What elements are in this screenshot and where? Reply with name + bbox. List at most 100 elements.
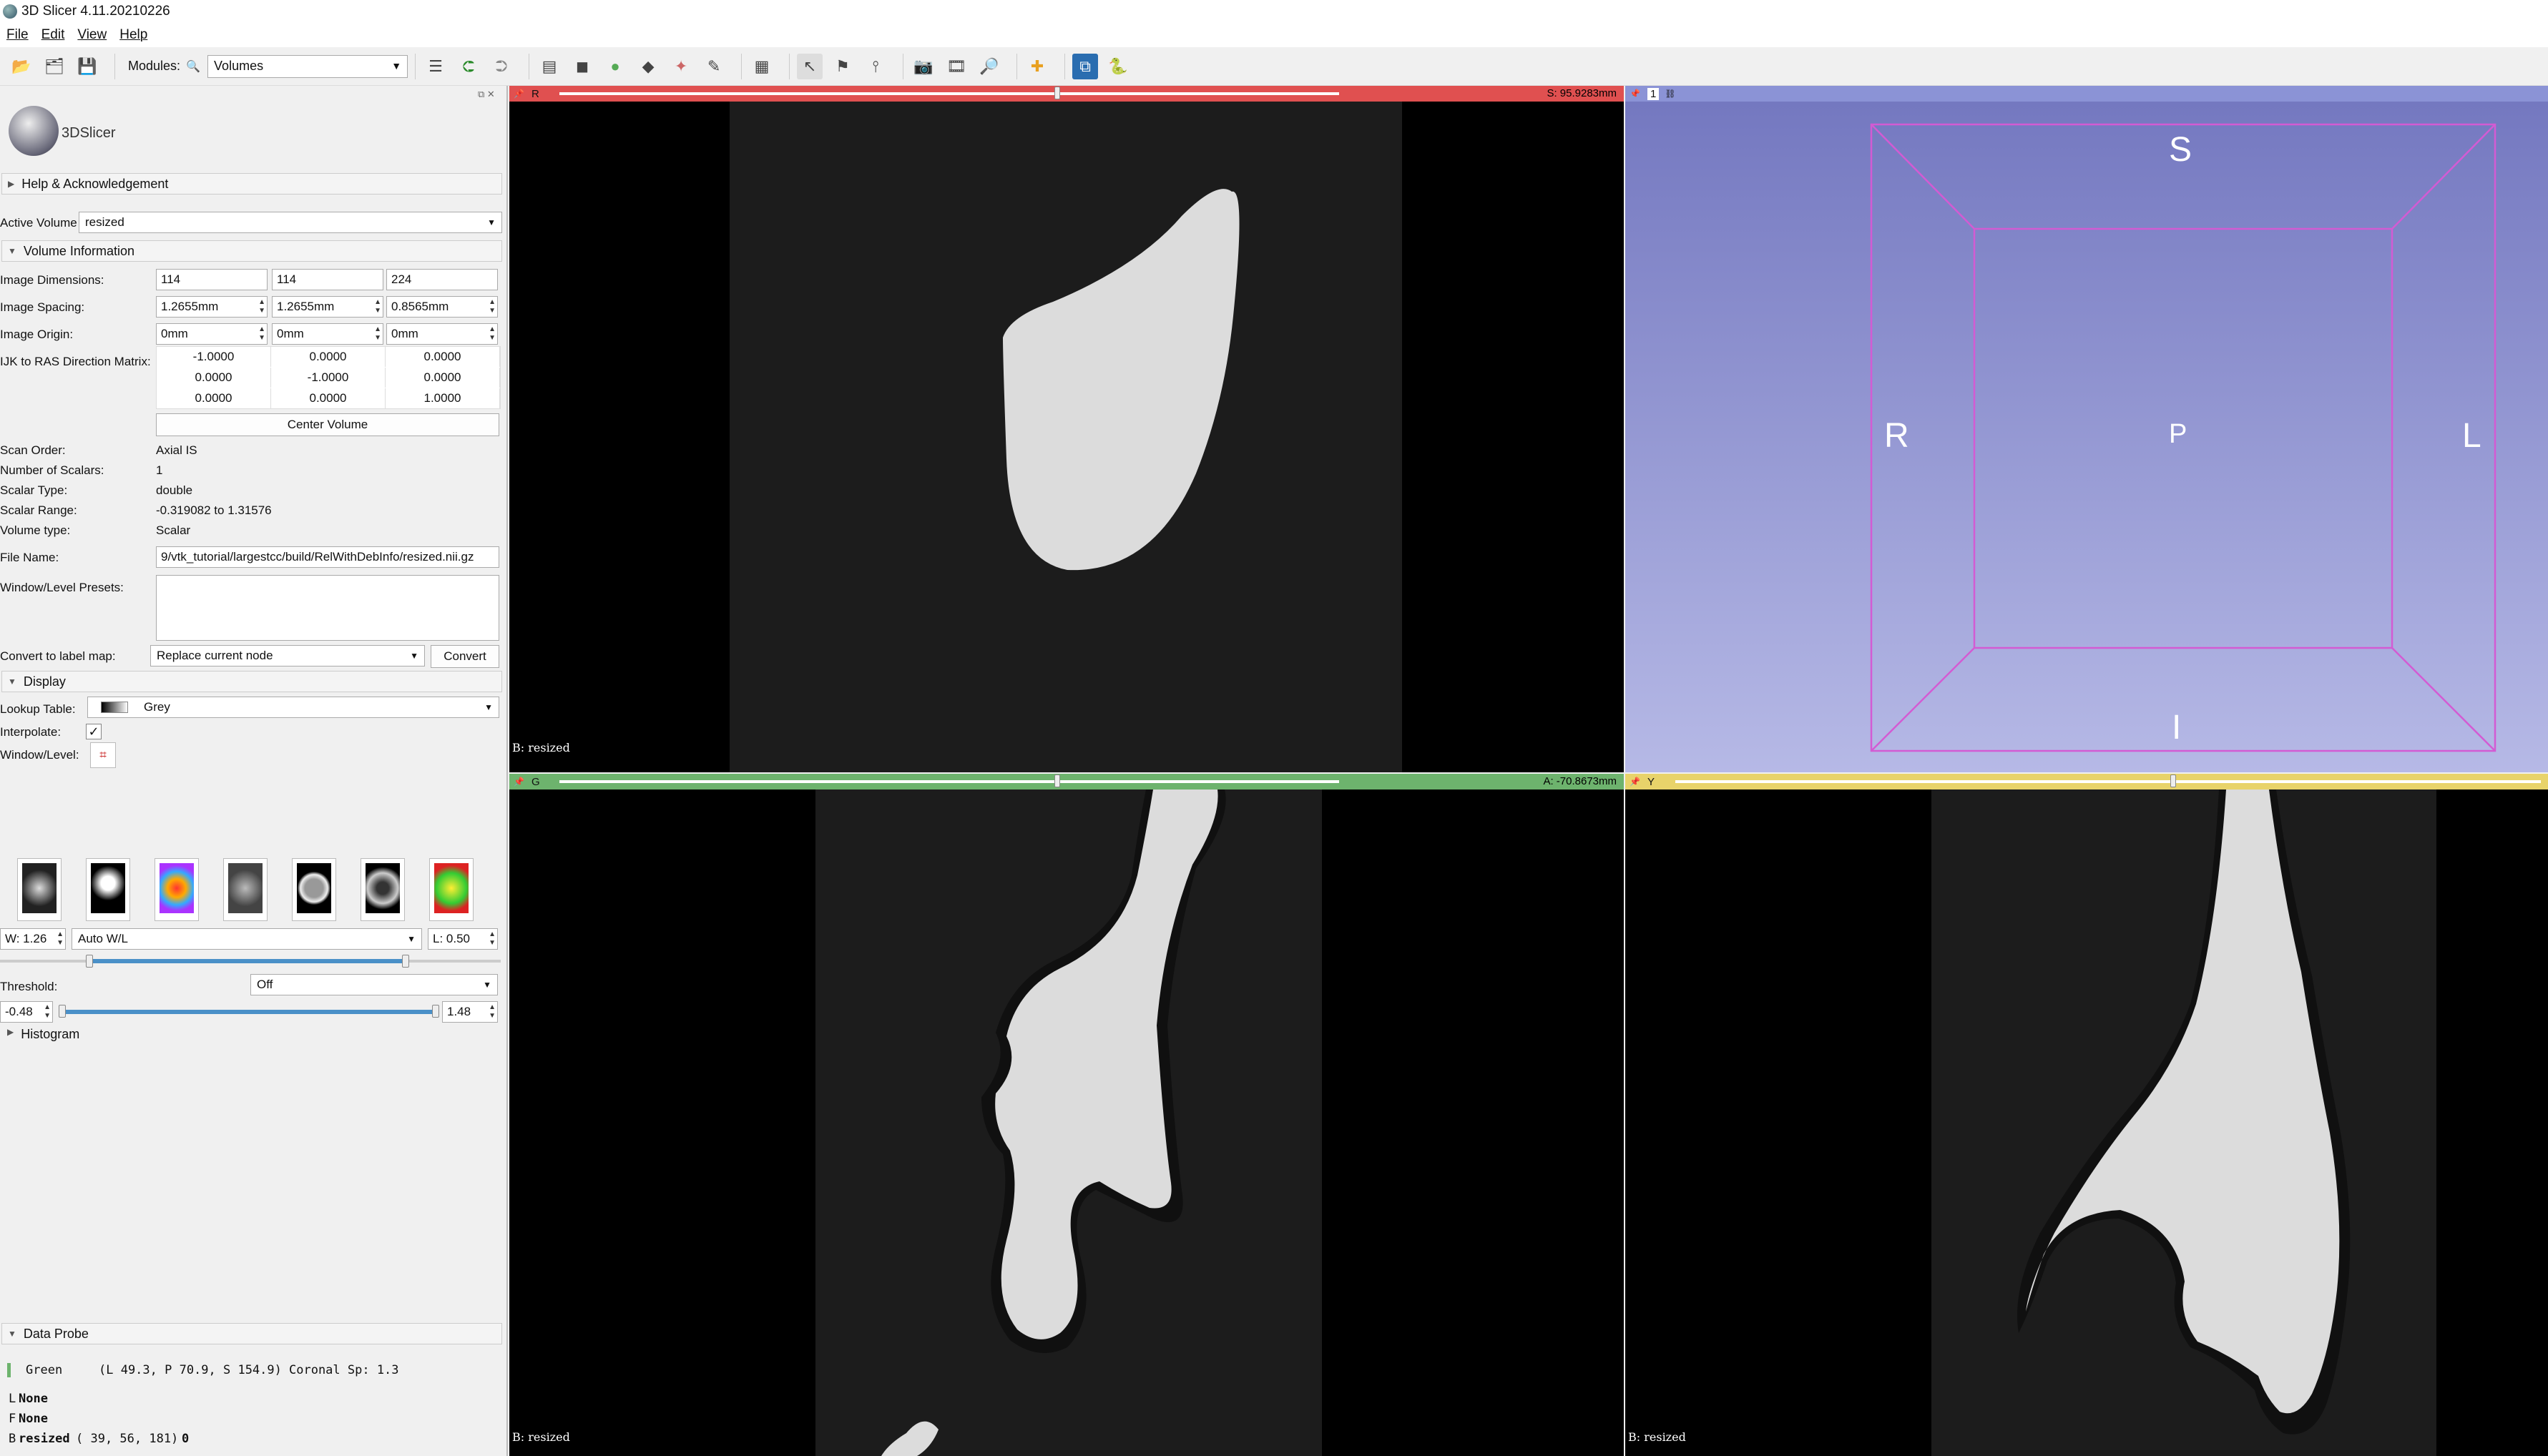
red-slice-slider[interactable] <box>559 92 1339 95</box>
section-volume-information[interactable]: ▼ Volume Information <box>1 240 502 262</box>
menu-file[interactable]: File <box>0 27 35 43</box>
window-level-field[interactable]: L: 0.50 ▲ ▼ <box>428 928 498 950</box>
yellow-slice-handle[interactable] <box>2170 774 2176 787</box>
back-arrow-icon[interactable]: ⮈ <box>456 54 481 79</box>
spacing-j-field[interactable]: 1.2655mm ▲ ▼ <box>272 296 383 318</box>
menu-view[interactable]: View <box>71 27 113 43</box>
interpolate-checkbox[interactable]: ✓ <box>86 724 102 739</box>
save-icon[interactable]: 💾 <box>74 54 100 79</box>
menu-edit[interactable]: Edit <box>35 27 72 43</box>
spinner-icon[interactable]: ▲ ▼ <box>258 325 265 343</box>
spacing-i-field[interactable]: 1.2655mm ▲ ▼ <box>156 296 268 318</box>
convert-option-select[interactable]: Replace current node ▼ <box>150 645 425 666</box>
screenshot-icon[interactable]: 📷 <box>911 54 936 79</box>
spinner-icon[interactable]: ▲ ▼ <box>489 325 496 343</box>
forward-arrow-icon[interactable]: ⮊ <box>489 54 514 79</box>
matrix-cell[interactable]: 0.0000 <box>386 347 500 367</box>
active-volume-select[interactable]: resized ▼ <box>79 212 502 233</box>
wl-max-handle[interactable] <box>402 955 409 968</box>
red-slice-handle[interactable] <box>1054 87 1060 99</box>
spinner-icon[interactable]: ▲ ▼ <box>374 298 381 315</box>
dimension-k-field[interactable]: 224 <box>386 269 498 290</box>
spinner-icon[interactable]: ▲ ▼ <box>489 298 496 315</box>
window-width-field[interactable]: W: 1.26 ▲ ▼ <box>0 928 66 950</box>
threshold-min-field[interactable]: -0.48 ▲ ▼ <box>0 1001 53 1023</box>
load-dicom-icon[interactable]: 🗂 <box>41 54 67 79</box>
section-data-probe[interactable]: ▼ Data Probe <box>1 1323 502 1344</box>
pin-icon[interactable]: 📌 <box>1630 89 1640 99</box>
origin-i-field[interactable]: 0mm ▲ ▼ <box>156 323 268 345</box>
volumes-module-icon[interactable]: ◼ <box>569 54 595 79</box>
module-search-icon[interactable]: 🔍 <box>186 54 200 79</box>
wl-presets-list[interactable] <box>156 575 499 641</box>
origin-k-field[interactable]: 0mm ▲ ▼ <box>386 323 498 345</box>
models-module-icon[interactable]: ● <box>602 54 628 79</box>
yellow-slice-view[interactable]: B: resized <box>1625 790 2548 1456</box>
spinner-icon[interactable]: ▲ ▼ <box>489 930 496 948</box>
section-display[interactable]: ▼ Display <box>1 671 502 692</box>
preset-ct-air[interactable] <box>17 858 62 921</box>
editor-module-icon[interactable]: ✎ <box>701 54 727 79</box>
capture-icon[interactable]: 🔎 <box>976 54 1002 79</box>
matrix-cell[interactable]: -1.0000 <box>157 347 271 367</box>
pin-icon[interactable]: 📌 <box>514 777 524 787</box>
lookup-table-select[interactable]: Grey ▼ <box>87 697 499 718</box>
window-level-tool-icon[interactable]: ⌗ <box>90 742 116 768</box>
matrix-cell[interactable]: 0.0000 <box>271 388 386 408</box>
file-name-field[interactable]: 9/vtk_tutorial/largestcc/build/RelWithDe… <box>156 546 499 568</box>
dimension-j-field[interactable]: 114 <box>272 269 383 290</box>
matrix-cell[interactable]: 0.0000 <box>157 368 271 388</box>
threshold-min-handle[interactable] <box>59 1005 66 1018</box>
spinner-icon[interactable]: ▲ ▼ <box>258 298 265 315</box>
section-histogram[interactable]: ▶ Histogram <box>1 1027 502 1041</box>
module-selector[interactable]: Volumes ▼ <box>207 54 408 78</box>
spinner-icon[interactable]: ▲ ▼ <box>489 1003 496 1020</box>
preset-pet[interactable] <box>155 858 199 921</box>
matrix-cell[interactable]: 0.0000 <box>157 388 271 408</box>
matrix-cell[interactable]: 1.0000 <box>386 388 500 408</box>
preset-ct-bone[interactable] <box>86 858 130 921</box>
crosshair-icon[interactable]: ⫯ <box>863 54 888 79</box>
pointer-mode-icon[interactable]: ↖ <box>797 53 823 79</box>
transforms-module-icon[interactable]: ◆ <box>635 54 661 79</box>
wl-mode-select[interactable]: Auto W/L ▼ <box>72 928 422 950</box>
threshold-max-handle[interactable] <box>432 1005 439 1018</box>
pin-icon[interactable]: 📌 <box>514 89 524 99</box>
yellow-slice-slider[interactable] <box>1675 780 2541 783</box>
extension-manager-icon[interactable]: ⧉ <box>1072 53 1099 79</box>
matrix-cell[interactable]: -1.0000 <box>271 368 386 388</box>
spinner-icon[interactable]: ▲ ▼ <box>44 1003 51 1020</box>
pin-icon[interactable]: 📌 <box>1630 777 1640 787</box>
origin-j-field[interactable]: 0mm ▲ ▼ <box>272 323 383 345</box>
wl-min-handle[interactable] <box>86 955 93 968</box>
load-data-icon[interactable]: 📂 <box>9 54 34 79</box>
red-slice-view[interactable]: B: resized <box>509 102 1624 772</box>
convert-button[interactable]: Convert <box>431 645 499 668</box>
green-slice-handle[interactable] <box>1054 774 1060 787</box>
preset-ct-abdomen[interactable] <box>223 858 268 921</box>
python-console-icon[interactable]: 🐍 <box>1105 54 1131 79</box>
threshold-slider[interactable] <box>63 1010 438 1014</box>
threshold-max-field[interactable]: 1.48 ▲ ▼ <box>442 1001 498 1023</box>
spinner-icon[interactable]: ▲ ▼ <box>57 930 64 948</box>
crosshair-toggle-icon[interactable]: ✚ <box>1024 54 1050 79</box>
threed-view[interactable]: S I R L P <box>1625 102 2548 772</box>
menu-help[interactable]: Help <box>113 27 154 43</box>
green-slice-view[interactable]: B: resized <box>509 790 1624 1456</box>
spacing-k-field[interactable]: 0.8565mm ▲ ▼ <box>386 296 498 318</box>
fiducial-place-icon[interactable]: ⚑ <box>830 54 856 79</box>
markups-module-icon[interactable]: ✦ <box>668 54 694 79</box>
layout-icon[interactable]: ▦ <box>749 54 775 79</box>
matrix-cell[interactable]: 0.0000 <box>271 347 386 367</box>
link-icon[interactable]: ⛓ <box>1665 89 1675 99</box>
spinner-icon[interactable]: ▲ ▼ <box>374 325 381 343</box>
scene-view-icon[interactable]: 🎞 <box>944 54 969 79</box>
panel-float-icon[interactable]: ⧉ ✕ <box>478 89 495 100</box>
module-history-icon[interactable]: ☰ <box>423 54 449 79</box>
matrix-cell[interactable]: 0.0000 <box>386 368 500 388</box>
preset-ct-brain[interactable] <box>292 858 336 921</box>
section-help[interactable]: ▶ Help & Acknowledgement <box>1 173 502 195</box>
dimension-i-field[interactable]: 114 <box>156 269 268 290</box>
preset-ct-lung[interactable] <box>361 858 405 921</box>
green-slice-slider[interactable] <box>559 780 1339 783</box>
